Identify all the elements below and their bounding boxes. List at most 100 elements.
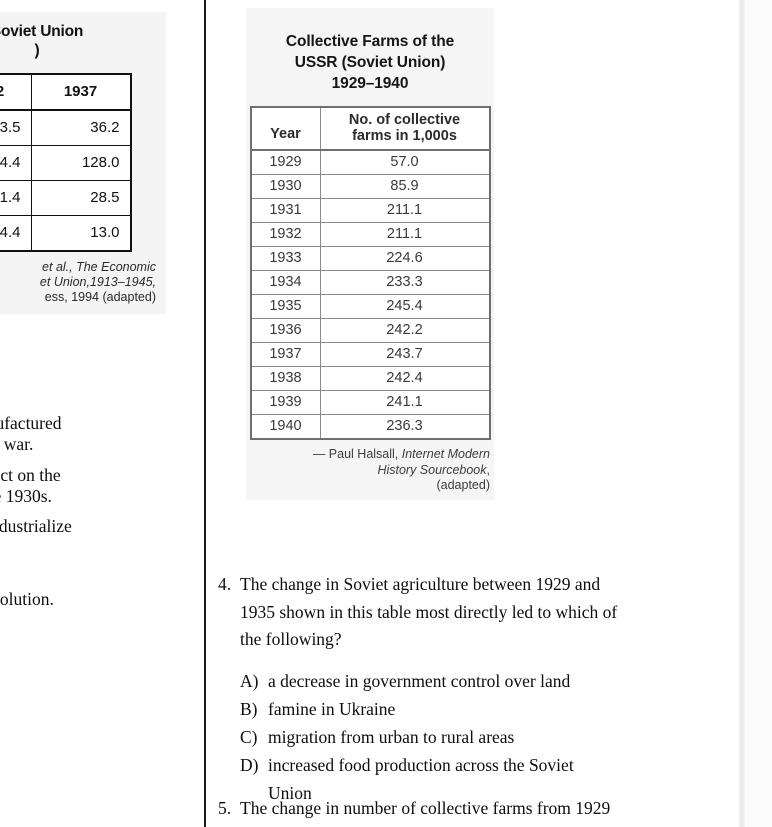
figure-source-line-3: (adapted) <box>436 478 490 493</box>
cell-count: 211.1 <box>319 222 490 248</box>
left-question-stem: his table? <box>0 381 196 411</box>
left-source-line-1: et al., The Economic <box>0 260 156 275</box>
left-column: Soviet Union ) 1932 1937 13.5 36.2 <box>0 0 196 827</box>
table-row: 1937 243.7 <box>250 342 490 368</box>
question-4-stem-line-2: 1935 shown in this table most directly l… <box>240 601 618 622</box>
left-choice-3-line-1: ar plans to industrialize <box>0 516 72 537</box>
table-row: 1935 245.4 <box>250 294 490 320</box>
cell-count: 242.4 <box>319 366 490 392</box>
cell-year: 1940 <box>250 414 321 440</box>
figure-source-author: Paul Halsall, <box>328 447 402 462</box>
cell-count: 243.7 <box>319 342 490 368</box>
left-figure-title: Soviet Union ) <box>0 22 158 61</box>
figure-source-line-1: — Paul Halsall, Internet Modern <box>262 447 490 463</box>
cell-year: 1932 <box>250 222 321 248</box>
choice-b-line-1: famine in Ukraine <box>268 698 396 719</box>
table-row: 1932 211.1 <box>250 222 490 248</box>
left-answer-choices: d fewer manufactured an before the war. … <box>0 413 196 620</box>
cell-count: 245.4 <box>319 294 490 320</box>
left-table-cell: 21.4 <box>0 179 32 216</box>
figure-source-line-2: History Sourcebook, <box>262 463 490 479</box>
table-row: 1933 224.6 <box>250 246 490 272</box>
choice-a-line-1: a decrease in government control over la… <box>268 670 571 691</box>
cell-count: 211.1 <box>319 198 490 224</box>
cell-count: 242.2 <box>319 318 490 344</box>
cell-year: 1937 <box>250 342 321 368</box>
page-edge-outer <box>745 0 772 827</box>
left-figure: Soviet Union ) 1932 1937 13.5 36.2 <box>0 12 166 314</box>
choice-c-text: migration from urban to rural areas <box>268 723 738 751</box>
collective-farms-figure: Collective Farms of the USSR (Soviet Uni… <box>246 8 494 501</box>
table-row: 13.5 36.2 <box>0 109 131 146</box>
choice-a-text: a decrease in government control over la… <box>268 667 738 695</box>
cell-year: 1930 <box>250 174 321 200</box>
farms-table-header-row: Year No. of collective farms in 1,000s <box>250 106 490 152</box>
left-table-cell: 13.5 <box>0 109 32 146</box>
left-source-italic-1: et al., The Economic <box>42 259 156 274</box>
left-choice-4[interactable]: ady highly olshevik Revolution. <box>0 568 196 611</box>
table-row: 1938 242.4 <box>250 366 490 392</box>
cell-year: 1934 <box>250 270 321 296</box>
figure-source-dash: — <box>312 447 329 462</box>
cell-count: 57.0 <box>319 149 490 176</box>
col-header-farm-count-line-2: farms in 1,000s <box>352 128 457 144</box>
collective-farms-table: Year No. of collective farms in 1,000s 1… <box>249 105 491 441</box>
left-choice-2[interactable]: ad little impact on the on during the 19… <box>0 465 196 508</box>
table-row: 1934 233.3 <box>250 270 490 296</box>
left-choice-2-line-1: ad little impact on the <box>0 464 61 485</box>
table-row: 1940 236.3 <box>250 414 490 440</box>
left-table-header-row: 1932 1937 <box>0 73 131 111</box>
left-choice-3[interactable]: ar plans to industrialize Union. <box>0 516 196 559</box>
cell-year: 1938 <box>250 366 321 392</box>
choice-c[interactable]: C) migration from urban to rural areas <box>240 723 738 751</box>
left-figure-title-line-1: Soviet Union <box>0 23 84 40</box>
choice-c-line-1: migration from urban to rural areas <box>268 726 515 747</box>
page-edge-shadow <box>738 0 745 827</box>
left-choice-1[interactable]: d fewer manufactured an before the war. <box>0 413 196 456</box>
left-choice-4-line-1: ady highly <box>0 568 196 589</box>
page-canvas: Soviet Union ) 1932 1937 13.5 36.2 <box>0 0 772 827</box>
question-5-block: 5. The change in number of collective fa… <box>218 795 738 823</box>
left-choice-2-line-2: on during the 1930s. <box>0 486 52 507</box>
question-5-number: 5. <box>218 798 232 818</box>
cell-count: 241.1 <box>319 390 490 416</box>
left-figure-title-line-2: ) <box>34 42 40 60</box>
question-4-choices: A) a decrease in government control over… <box>240 667 738 807</box>
table-row: 4.4 13.0 <box>0 214 131 252</box>
cell-count: 85.9 <box>319 174 490 200</box>
table-row: 1929 57.0 <box>250 149 490 176</box>
left-table-cell: 128.0 <box>30 144 131 181</box>
left-source-line-2: et Union,1913–1945, <box>0 275 156 290</box>
choice-b[interactable]: B) famine in Ukraine <box>240 695 738 723</box>
figure-source-work-line-1: Internet Modern <box>401 447 490 462</box>
cell-year: 1931 <box>250 198 321 224</box>
question-4-block: 4. The change in Soviet agriculture betw… <box>218 571 738 807</box>
figure-source-attribution: — Paul Halsall, Internet Modern History … <box>262 447 490 494</box>
left-table-cell: 4.4 <box>0 214 32 252</box>
cell-year: 1935 <box>250 294 321 320</box>
column-divider-rule <box>204 0 206 827</box>
figure-title-line-3: 1929–1940 <box>331 74 409 92</box>
choice-d-line-1: increased food production across the Sov… <box>268 754 574 775</box>
choice-a-letter: A) <box>240 670 259 691</box>
cell-year: 1929 <box>250 149 321 176</box>
table-row: 64.4 128.0 <box>0 144 131 181</box>
left-choice-4-line-2: olshevik Revolution. <box>0 589 54 610</box>
cell-count: 233.3 <box>319 270 490 296</box>
question-5-stem-line-1: The change in number of collective farms… <box>240 798 611 818</box>
cell-year: 1933 <box>250 246 321 272</box>
figure-title: Collective Farms of the USSR (Soviet Uni… <box>246 32 494 95</box>
left-table-col-header-1937: 1937 <box>30 73 131 111</box>
choice-a[interactable]: A) a decrease in government control over… <box>240 667 738 695</box>
figure-title-line-1: Collective Farms of the <box>285 33 455 50</box>
choice-b-letter: B) <box>240 698 258 719</box>
table-row: 1931 211.1 <box>250 198 490 224</box>
cell-year: 1939 <box>250 390 321 416</box>
figure-title-line-2: USSR (Soviet Union) <box>294 53 446 71</box>
question-4-stem-line-1: The change in Soviet agriculture between… <box>240 574 601 594</box>
figure-source-comma: , <box>486 462 490 477</box>
cell-year: 1936 <box>250 318 321 344</box>
left-choice-1-line-2: an before the war. <box>0 434 34 455</box>
left-stem-line: his table? <box>0 381 196 399</box>
left-table-col-header-1932: 1932 <box>0 73 32 111</box>
